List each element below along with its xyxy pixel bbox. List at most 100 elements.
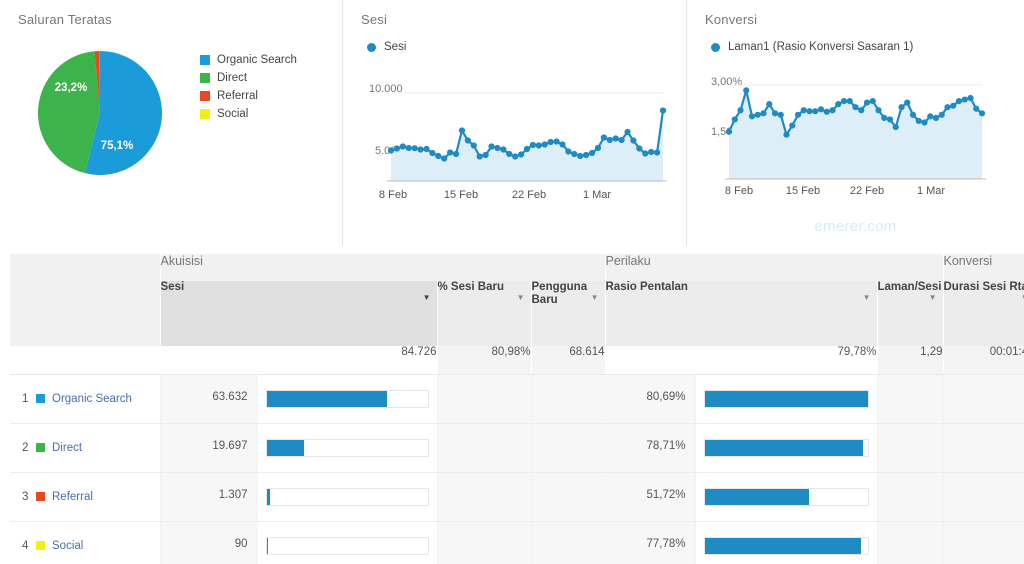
cell-pct-sesi-baru <box>437 472 532 522</box>
col-header-sesi[interactable]: Sesi ▼ <box>160 281 438 346</box>
row-color-swatch-icon <box>36 492 45 501</box>
sessions-series-legend[interactable]: Sesi <box>343 27 686 53</box>
legend-label: Direct <box>217 72 248 84</box>
cell-rasio-pentalan-bar <box>695 374 878 424</box>
sort-icon[interactable]: ▼ <box>517 291 525 304</box>
cell-laman-sesi <box>877 521 944 564</box>
bar-fill <box>704 439 864 456</box>
cell-sesi-bar <box>257 423 438 473</box>
widget-top-channels: Saluran Teratas 75,1% 23,2% Organic Sear… <box>0 0 343 245</box>
col-header-durasi-sesi[interactable]: Durasi Sesi Rta. ▼ <box>943 281 1024 346</box>
table-row[interactable]: 3 Referral 1.307 51,72% 2,14% <box>10 472 1024 522</box>
col-header-pct-sesi-baru[interactable]: % Sesi Baru ▼ <box>437 281 532 346</box>
summary-blank <box>10 346 161 375</box>
legend-label: Social <box>217 108 249 120</box>
pie-chart[interactable]: 75,1% 23,2% <box>0 41 200 186</box>
legend-label: Referral <box>217 90 258 102</box>
row-color-swatch-icon <box>36 394 45 403</box>
col-header-rasio-pentalan[interactable]: Rasio Pentalan ▼ <box>605 281 878 346</box>
bar-fill <box>266 537 268 554</box>
col-header-laman-sesi[interactable]: Laman/Sesi ▼ <box>877 281 944 346</box>
group-konversi: Konversi <box>943 254 1024 281</box>
sort-icon[interactable]: ▼ <box>1021 291 1024 304</box>
pie-legend: Organic Search Direct Referral Social <box>200 41 297 186</box>
sessions-chart[interactable]: 10.000 5.000 8 Feb 15 Feb 22 Feb 1 Mar <box>343 57 686 222</box>
pie-body: 75,1% 23,2% Organic Search Direct Referr… <box>0 27 342 186</box>
bar-track <box>265 438 429 457</box>
cell-pengguna-baru <box>531 423 606 473</box>
cell-sesi-bar <box>257 521 438 564</box>
x-tick-1mar: 1 Mar <box>582 189 612 201</box>
group-blank <box>10 254 161 281</box>
cell-sesi-bar <box>257 374 438 424</box>
cell-pct-sesi-baru <box>437 423 532 473</box>
cell-sesi: 19.697 <box>160 423 258 473</box>
series-legend-label: Sesi <box>384 41 407 53</box>
widget-conversions: Konversi Laman1 (Rasio Konversi Sasaran … <box>687 0 1024 245</box>
row-label-link[interactable]: Referral <box>52 491 93 503</box>
bar-track <box>265 536 429 555</box>
cell-rasio-pentalan: 77,78% <box>605 521 696 564</box>
bar-track <box>703 487 869 506</box>
row-dimension[interactable]: 3 Referral <box>10 472 161 522</box>
bar-fill <box>266 390 388 407</box>
bar-track <box>703 536 869 555</box>
legend-label: Organic Search <box>217 54 297 66</box>
row-label-link[interactable]: Direct <box>52 442 82 454</box>
legend-item-direct[interactable]: Direct <box>200 69 297 87</box>
row-dimension[interactable]: 1 Organic Search <box>10 374 161 424</box>
cell-laman-sesi <box>877 472 944 522</box>
cell-sesi: 1.307 <box>160 472 258 522</box>
x-tick-15feb: 15 Feb <box>443 189 479 201</box>
bar-fill <box>266 488 270 505</box>
sort-icon[interactable]: ▼ <box>929 291 937 304</box>
conversions-chart[interactable]: 3,00% 1,50% 8 Feb 15 Feb 22 Feb 1 Mar <box>687 57 1024 222</box>
row-index: 3 <box>22 490 29 503</box>
col-label: Durasi Sesi Rta. <box>943 281 1024 293</box>
bar-fill <box>704 488 809 505</box>
cell-laman-sesi <box>877 374 944 424</box>
widget-sessions: Sesi Sesi 10.000 5.000 8 Feb 15 Feb 22 F… <box>343 0 687 245</box>
group-akuisisi: Akuisisi <box>160 254 606 281</box>
col-header-pengguna-baru[interactable]: Pengguna Baru ▼ <box>531 281 606 346</box>
row-dimension[interactable]: 2 Direct <box>10 423 161 473</box>
cell-sesi-bar <box>257 472 438 522</box>
widget-title-sessions: Sesi <box>361 12 388 27</box>
legend-swatch-icon <box>200 73 210 83</box>
cell-rasio-pentalan: 80,69% <box>605 374 696 424</box>
table-row[interactable]: 2 Direct 19.697 78,71% 1,87% <box>10 423 1024 473</box>
table-row[interactable]: 1 Organic Search 63.632 80,69% <box>10 374 1024 424</box>
legend-item-social[interactable]: Social <box>200 105 297 123</box>
cell-rasio-pentalan: 51,72% <box>605 472 696 522</box>
table-group-header-row: Akuisisi Perilaku Konversi <box>10 254 1024 281</box>
cell-rasio-pentalan-bar <box>695 521 878 564</box>
summary-laman-sesi: 1,29 <box>877 346 944 375</box>
sort-desc-icon[interactable]: ▼ <box>423 291 431 304</box>
cell-laman-sesi <box>877 423 944 473</box>
cell-pengguna-baru <box>531 472 606 522</box>
row-label-link[interactable]: Organic Search <box>52 393 132 405</box>
row-color-swatch-icon <box>36 443 45 452</box>
conversions-series-legend[interactable]: Laman1 (Rasio Konversi Sasaran 1) <box>687 27 1024 53</box>
table-column-header-row: Sesi ▼ % Sesi Baru ▼ Pengguna Baru ▼ Ras… <box>10 281 1024 346</box>
sort-icon[interactable]: ▼ <box>591 291 599 304</box>
summary-pengguna-baru: 68.614 <box>531 346 606 375</box>
bar-fill <box>704 390 868 407</box>
legend-item-referral[interactable]: Referral <box>200 87 297 105</box>
legend-swatch-icon <box>200 91 210 101</box>
row-dimension[interactable]: 4 Social <box>10 521 161 564</box>
row-index: 1 <box>22 392 29 405</box>
cell-rasio-pentalan: 78,71% <box>605 423 696 473</box>
row-label-link[interactable]: Social <box>52 540 83 552</box>
summary-sesi: 84.726 <box>160 346 438 375</box>
cell-durasi-sesi <box>943 423 1024 473</box>
table-row[interactable]: 4 Social 90 77,78% 4,44% <box>10 521 1024 564</box>
cell-sesi: 63.632 <box>160 374 258 424</box>
cell-rasio-pentalan-bar <box>695 423 878 473</box>
sort-icon[interactable]: ▼ <box>863 291 871 304</box>
widget-title-conversions: Konversi <box>705 12 758 27</box>
col-label: % Sesi Baru <box>437 281 504 293</box>
channels-table: Akuisisi Perilaku Konversi Sesi ▼ % Sesi… <box>10 254 1024 564</box>
summary-durasi-sesi: 00:01:40 <box>943 346 1024 375</box>
legend-item-organic-search[interactable]: Organic Search <box>200 51 297 69</box>
